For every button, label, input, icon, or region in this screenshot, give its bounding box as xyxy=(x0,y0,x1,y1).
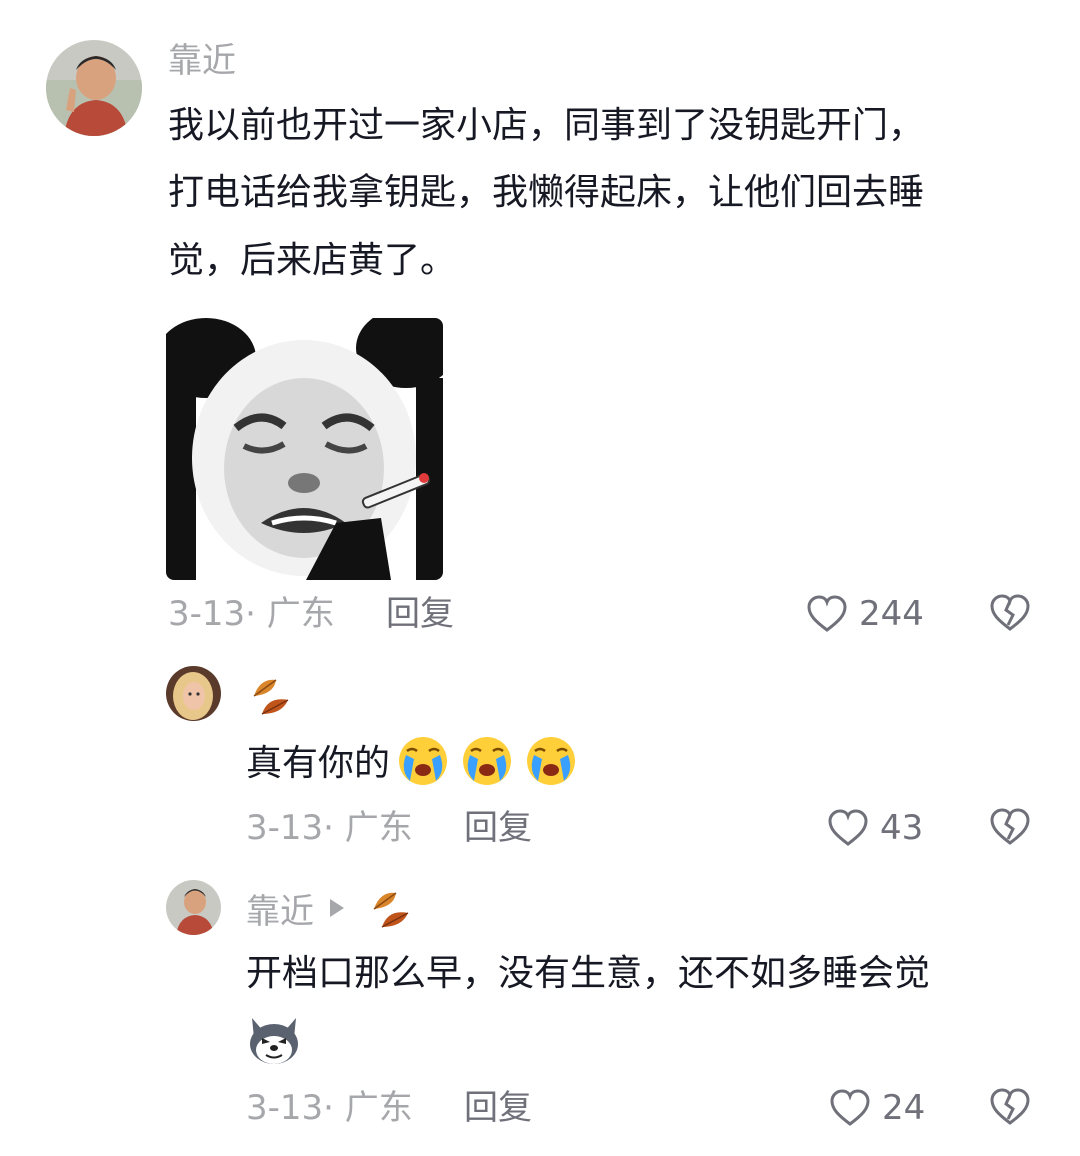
reply-1-content: 真有你的 xyxy=(246,732,580,788)
like-button[interactable]: 244 xyxy=(805,592,924,636)
reply-2-username[interactable]: 靠近 xyxy=(246,884,314,933)
like-count: 24 xyxy=(882,1088,926,1128)
heart-outline-icon xyxy=(826,808,870,848)
comment-text-line-2: 打电话给我拿钥匙，我懒得起床，让他们回去睡 xyxy=(168,172,925,213)
crying-face-emoji xyxy=(394,733,452,787)
comment-text-line-3: 觉，后来店黄了。 xyxy=(168,240,457,281)
crying-panda-sticker[interactable] xyxy=(166,318,443,580)
reply-2-reply-button[interactable]: 回复 xyxy=(464,1086,532,1130)
husky-dog-emoji xyxy=(246,1012,302,1068)
comment-text-line-1: 我以前也开过一家小店，同事到了没钥匙开门， xyxy=(168,105,925,146)
reply-2-text: 开档口那么早，没有生意，还不如多睡会觉 xyxy=(246,953,931,994)
heart-outline-icon xyxy=(805,594,849,634)
fallen-leaves-emoji xyxy=(246,672,292,718)
reply-2-like-button[interactable]: 24 xyxy=(828,1086,925,1130)
reply-1-reply-button[interactable]: 回复 xyxy=(464,806,532,850)
reply-arrow-icon xyxy=(330,899,344,917)
reply-1-like-button[interactable]: 43 xyxy=(826,806,923,850)
reply-avatar[interactable] xyxy=(166,666,221,721)
broken-heart-icon[interactable] xyxy=(988,592,1032,634)
comment-date-location: 3-13· 广东 xyxy=(168,594,335,634)
crying-face-emoji xyxy=(522,733,580,787)
heart-outline-icon xyxy=(828,1088,872,1128)
broken-heart-icon[interactable] xyxy=(988,1086,1032,1128)
reply-1-date-location: 3-13· 广东 xyxy=(246,808,413,848)
avatar[interactable] xyxy=(46,40,142,136)
like-count: 43 xyxy=(880,808,924,848)
comment-username[interactable]: 靠近 xyxy=(168,40,236,82)
reply-avatar[interactable] xyxy=(166,880,221,935)
like-count: 244 xyxy=(859,594,924,634)
reply-2-date-location: 3-13· 广东 xyxy=(246,1088,413,1128)
reply-1-text: 真有你的 xyxy=(246,743,391,784)
crying-face-emoji xyxy=(458,733,516,787)
reply-button[interactable]: 回复 xyxy=(386,592,454,636)
reply-2-header: 靠近 xyxy=(246,884,412,933)
broken-heart-icon[interactable] xyxy=(988,806,1032,848)
fallen-leaves-emoji xyxy=(366,885,412,931)
